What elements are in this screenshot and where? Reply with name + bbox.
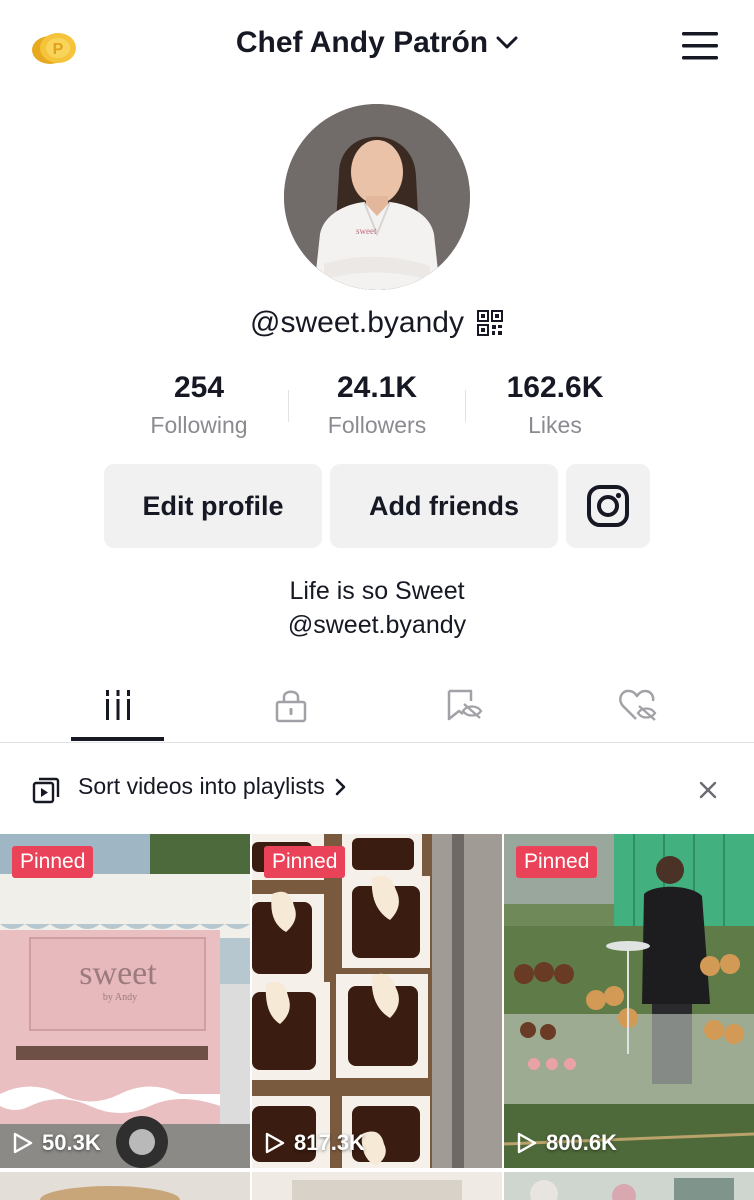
bio: Life is so Sweet @sweet.byandy (0, 574, 754, 642)
video-thumbnail[interactable]: Pinned 817.3K (252, 834, 502, 1168)
stat-likes[interactable]: 162.6K Likes (466, 370, 644, 440)
stat-following[interactable]: 254 Following (110, 370, 288, 440)
tab-saved[interactable] (418, 670, 512, 740)
add-friends-button[interactable]: Add friends (330, 464, 558, 548)
profile-stats: 254 Following 24.1K Followers 162.6K Lik… (110, 370, 644, 440)
instagram-button[interactable] (566, 464, 650, 548)
video-thumbnail-image (504, 1172, 754, 1200)
play-icon (265, 1132, 285, 1154)
chevron-down-icon (496, 36, 518, 49)
desserts-tray-image (252, 834, 502, 1168)
sort-playlists-link[interactable]: Sort videos into playlists (78, 773, 347, 800)
username: @sweet.byandy (250, 306, 464, 339)
stat-followers[interactable]: 24.1K Followers (288, 370, 466, 440)
bio-line: Life is so Sweet (289, 577, 465, 605)
avatar[interactable]: sweet (284, 104, 470, 290)
likes-label: Likes (528, 412, 582, 438)
view-count: 800.6K (516, 1130, 617, 1156)
chevron-right-icon (335, 778, 346, 795)
svg-text:sweet: sweet (79, 955, 157, 992)
svg-text:sweet: sweet (356, 226, 377, 236)
private-lock-icon (275, 690, 307, 723)
view-count: 817.3K (264, 1130, 365, 1156)
video-thumbnail-image (252, 1172, 502, 1200)
following-label: Following (150, 412, 248, 438)
followers-label: Followers (327, 412, 427, 438)
saved-hidden-icon (447, 689, 483, 721)
pinned-badge: Pinned (264, 846, 346, 878)
video-thumbnail-image (0, 1172, 250, 1200)
dessert-table-image (504, 834, 754, 1168)
tab-liked[interactable] (592, 670, 686, 740)
playlist-icon (32, 777, 60, 804)
video-thumbnail[interactable] (0, 1172, 250, 1200)
qr-code-icon[interactable] (476, 309, 504, 337)
close-icon[interactable] (694, 776, 722, 804)
account-switcher[interactable]: Chef Andy Patrón (236, 26, 518, 60)
following-count: 254 (173, 371, 225, 404)
video-thumbnail[interactable] (504, 1172, 754, 1200)
sort-playlists-label: Sort videos into playlists (78, 773, 325, 799)
tab-videos[interactable] (71, 670, 165, 740)
view-count: 50.3K (12, 1130, 101, 1156)
profile-display-name: Chef Andy Patrón (235, 26, 489, 59)
pinned-badge: Pinned (12, 846, 94, 878)
view-count-text: 817.3K (294, 1130, 365, 1155)
header: Chef Andy Patrón (0, 26, 754, 60)
video-thumbnail[interactable]: sweet by Andy Pinned 50.3K (0, 834, 250, 1168)
hamburger-menu-icon[interactable] (680, 30, 720, 62)
play-icon (517, 1132, 537, 1154)
username-row: @sweet.byandy (0, 306, 754, 340)
pinned-badge: Pinned (516, 846, 598, 878)
followers-count: 24.1K (336, 371, 418, 404)
video-thumbnail[interactable] (252, 1172, 502, 1200)
edit-profile-button[interactable]: Edit profile (104, 464, 322, 548)
tab-private[interactable] (244, 670, 338, 740)
svg-text:by Andy: by Andy (103, 992, 137, 1003)
view-count-text: 50.3K (42, 1130, 101, 1155)
content-tabs (0, 670, 754, 743)
liked-hidden-icon (619, 689, 657, 721)
likes-count: 162.6K (506, 371, 604, 404)
videos-grid-icon (106, 690, 130, 720)
view-count-text: 800.6K (546, 1130, 617, 1155)
bio-link[interactable]: @sweet.byandy (0, 608, 754, 642)
stat-divider (288, 390, 289, 422)
active-tab-indicator (71, 737, 164, 741)
food-truck-image: sweet by Andy (0, 834, 250, 1168)
play-icon (13, 1132, 33, 1154)
video-thumbnail[interactable]: Pinned 800.6K (504, 834, 754, 1168)
instagram-icon (587, 485, 629, 527)
